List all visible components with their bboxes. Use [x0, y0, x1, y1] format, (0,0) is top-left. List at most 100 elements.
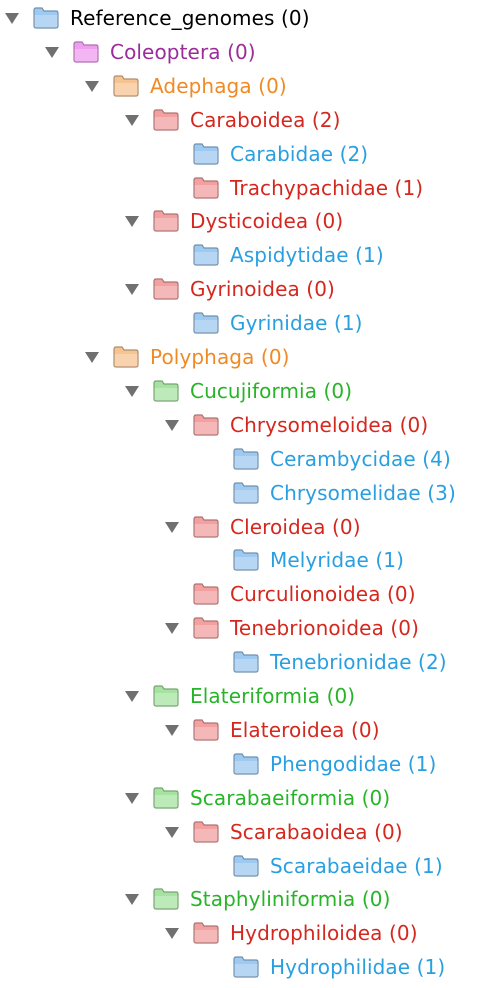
- tree-node-label: Cucujiformia (0): [190, 378, 353, 403]
- tree-node-label: Reference_genomes (0): [70, 6, 310, 30]
- tree-node[interactable]: Curculionoidea (0): [0, 577, 494, 611]
- tree-node[interactable]: Coleoptera (0): [0, 35, 494, 69]
- tree-node-label: Curculionoidea (0): [230, 582, 416, 607]
- folder-icon: [152, 108, 180, 132]
- folder-icon: [192, 311, 220, 335]
- tree-node-label: Tenebrionidae (2): [270, 650, 447, 675]
- tree-node[interactable]: Polyphaga (0): [0, 340, 494, 374]
- tree-node[interactable]: Trachypachidae (1): [0, 171, 494, 205]
- disclosure-triangle-icon[interactable]: [84, 349, 100, 365]
- taxonomy-tree: Reference_genomes (0) Coleoptera (0) Adeph…: [0, 0, 494, 988]
- folder-icon: [232, 447, 260, 471]
- folder-icon: [192, 243, 220, 267]
- tree-node-label: Aspidytidae (1): [230, 243, 384, 268]
- folder-icon: [192, 820, 220, 844]
- folder-icon: [192, 515, 220, 539]
- tree-node[interactable]: Tenebrionidae (2): [0, 645, 494, 679]
- folder-icon: [232, 955, 260, 979]
- disclosure-triangle-icon[interactable]: [164, 824, 180, 840]
- folder-icon: [192, 142, 220, 166]
- tree-node-label: Coleoptera (0): [110, 39, 256, 64]
- tree-node[interactable]: Hydrophiloidea (0): [0, 916, 494, 950]
- disclosure-triangle-icon[interactable]: [164, 722, 180, 738]
- tree-node[interactable]: Scarabaoidea (0): [0, 815, 494, 849]
- tree-node-label: Scarabaeiformia (0): [190, 785, 391, 810]
- tree-node[interactable]: Hydrophilidae (1): [0, 950, 494, 984]
- folder-icon: [152, 277, 180, 301]
- tree-node-label: Adephaga (0): [150, 73, 287, 98]
- tree-node[interactable]: Adephaga (0): [0, 69, 494, 103]
- folder-icon: [232, 481, 260, 505]
- folder-icon: [192, 921, 220, 945]
- disclosure-triangle-icon[interactable]: [124, 688, 140, 704]
- tree-node[interactable]: Cerambycidae (4): [0, 442, 494, 476]
- tree-node[interactable]: Gyrinoidea (0): [0, 272, 494, 306]
- tree-node[interactable]: Cleroidea (0): [0, 510, 494, 544]
- folder-icon: [152, 786, 180, 810]
- tree-node-label: Trachypachidae (1): [230, 175, 424, 200]
- tree-node[interactable]: Tenebrionoidea (0): [0, 611, 494, 645]
- folder-icon: [152, 887, 180, 911]
- disclosure-triangle-icon[interactable]: [84, 78, 100, 94]
- tree-node[interactable]: Elateriformia (0): [0, 679, 494, 713]
- folder-icon: [192, 582, 220, 606]
- folder-icon: [232, 650, 260, 674]
- tree-node-label: Melyridae (1): [270, 548, 404, 573]
- tree-node[interactable]: Staphyliniformia (0): [0, 882, 494, 916]
- disclosure-triangle-icon[interactable]: [44, 44, 60, 60]
- folder-icon: [192, 413, 220, 437]
- tree-node-label: Carabidae (2): [230, 141, 369, 166]
- tree-node-label: Cerambycidae (4): [270, 446, 451, 471]
- tree-node[interactable]: Scarabaeiformia (0): [0, 781, 494, 815]
- folder-icon: [192, 616, 220, 640]
- tree-node[interactable]: Gyrinidae (1): [0, 306, 494, 340]
- disclosure-triangle-icon[interactable]: [4, 10, 20, 26]
- folder-icon: [232, 752, 260, 776]
- folder-icon: [32, 6, 60, 30]
- tree-node[interactable]: Chrysomeloidea (0): [0, 408, 494, 442]
- disclosure-triangle-icon[interactable]: [164, 417, 180, 433]
- tree-node-label: Cleroidea (0): [230, 514, 361, 539]
- tree-node[interactable]: Carabidae (2): [0, 137, 494, 171]
- tree-node[interactable]: Elateroidea (0): [0, 713, 494, 747]
- disclosure-triangle-icon[interactable]: [124, 112, 140, 128]
- folder-icon: [112, 345, 140, 369]
- folder-icon: [72, 40, 100, 64]
- tree-node-label: Phengodidae (1): [270, 751, 437, 776]
- tree-node-label: Hydrophilidae (1): [270, 955, 446, 980]
- tree-node-label: Scarabaeidae (1): [270, 853, 443, 878]
- tree-node[interactable]: Scarabaeidae (1): [0, 849, 494, 883]
- tree-node[interactable]: Melyridae (1): [0, 543, 494, 577]
- folder-icon: [152, 209, 180, 233]
- folder-icon: [152, 379, 180, 403]
- disclosure-triangle-icon[interactable]: [124, 891, 140, 907]
- tree-node[interactable]: Cucujiformia (0): [0, 374, 494, 408]
- folder-icon: [192, 176, 220, 200]
- tree-node-label: Chrysomeloidea (0): [230, 412, 429, 437]
- disclosure-triangle-icon[interactable]: [124, 383, 140, 399]
- folder-icon: [192, 718, 220, 742]
- folder-icon: [232, 548, 260, 572]
- tree-node-label: Hydrophiloidea (0): [230, 921, 418, 946]
- tree-node[interactable]: Phengodidae (1): [0, 747, 494, 781]
- tree-node-label: Elateroidea (0): [230, 717, 380, 742]
- disclosure-triangle-icon[interactable]: [164, 620, 180, 636]
- tree-node[interactable]: Chrysomelidae (3): [0, 476, 494, 510]
- disclosure-triangle-icon[interactable]: [164, 925, 180, 941]
- folder-icon: [112, 74, 140, 98]
- tree-node-label: Tenebrionoidea (0): [230, 616, 420, 641]
- tree-node[interactable]: Reference_genomes (0): [0, 1, 494, 35]
- folder-icon: [152, 684, 180, 708]
- tree-node[interactable]: Dysticoidea (0): [0, 204, 494, 238]
- tree-node[interactable]: Caraboidea (2): [0, 103, 494, 137]
- tree-node-label: Caraboidea (2): [190, 107, 341, 132]
- tree-node-label: Dysticoidea (0): [190, 209, 344, 234]
- disclosure-triangle-icon[interactable]: [124, 213, 140, 229]
- tree-node-label: Polyphaga (0): [150, 345, 290, 369]
- tree-node-label: Staphyliniformia (0): [190, 887, 391, 912]
- disclosure-triangle-icon[interactable]: [164, 519, 180, 535]
- disclosure-triangle-icon[interactable]: [124, 790, 140, 806]
- tree-node-label: Gyrinidae (1): [230, 311, 363, 336]
- tree-node[interactable]: Aspidytidae (1): [0, 238, 494, 272]
- disclosure-triangle-icon[interactable]: [124, 281, 140, 297]
